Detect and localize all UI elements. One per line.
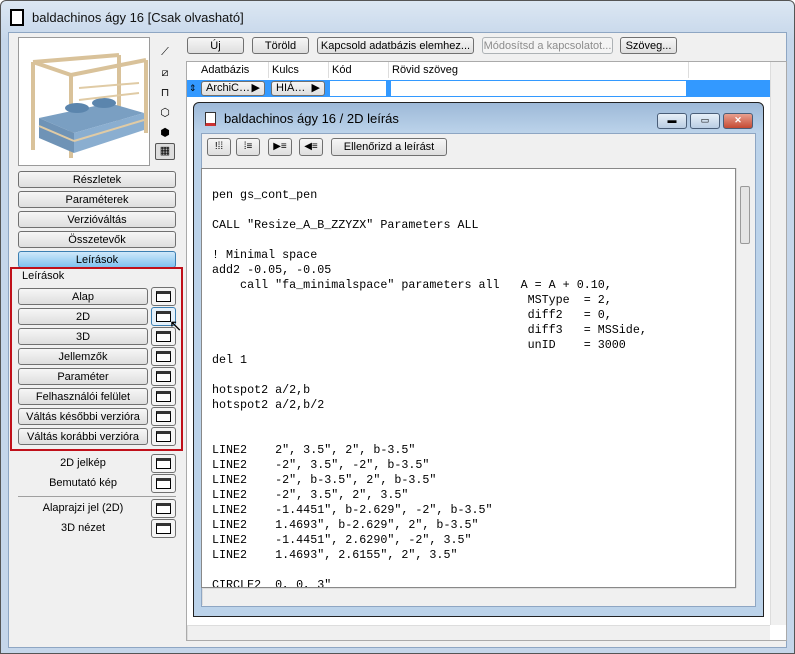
script-ui-button[interactable]: Felhasználói felület [18, 388, 148, 405]
indent-icon[interactable]: ▶≡ [268, 138, 292, 156]
document-icon [10, 8, 24, 26]
delete-button[interactable]: Töröld [252, 37, 309, 54]
window-icon [156, 503, 171, 514]
window-icon [156, 478, 171, 489]
modify-link-button: Módosítsd a kapcsolatot... [482, 37, 613, 54]
toggle-breakpoint-icon[interactable]: !⁞⁞ [207, 138, 231, 156]
script-code[interactable]: pen gs_cont_pen CALL "Resize_A_B_ZZYZX" … [212, 188, 647, 587]
open-window-button[interactable] [151, 347, 176, 366]
3d-view-label: 3D nézet [60, 522, 106, 534]
column-header-database[interactable]: Adatbázis [187, 62, 269, 78]
arrow-right-icon: ▶ [251, 82, 260, 94]
window-icon [156, 291, 171, 302]
window-icon [156, 351, 171, 362]
line-numbers-icon[interactable]: ⁞≡ [236, 138, 260, 156]
window-icon [156, 411, 171, 422]
open-window-button[interactable] [151, 499, 176, 518]
key-value: HIÁ… [276, 82, 306, 94]
script-master-button[interactable]: Alap [18, 288, 148, 305]
open-window-button[interactable] [151, 287, 176, 306]
divider [18, 496, 176, 497]
column-header-code[interactable]: Kód [329, 62, 389, 78]
editor-title: baldachinos ágy 16 / 2D leírás [224, 111, 399, 126]
plan-view-icon[interactable]: ⟋ [158, 45, 172, 59]
arrow-right-icon: ▶ [311, 82, 320, 94]
window-icon [156, 371, 171, 382]
script-3d-button[interactable]: 3D [18, 328, 148, 345]
editor-title-bar: baldachinos ágy 16 / 2D leírás [205, 111, 399, 126]
outdent-icon[interactable]: ◀≡ [299, 138, 323, 156]
scripts-section-label: Leírások [22, 270, 65, 282]
close-button[interactable]: ✕ [723, 113, 753, 129]
code-editor[interactable]: pen gs_cont_pen CALL "Resize_A_B_ZZYZX" … [201, 168, 736, 588]
script-properties-button[interactable]: Jellemzők [18, 348, 148, 365]
tab-details[interactable]: Részletek [18, 171, 176, 188]
open-window-button[interactable] [151, 367, 176, 386]
editor-vertical-scrollbar[interactable] [736, 168, 753, 588]
new-button[interactable]: Új [187, 37, 244, 54]
preview-picture-label: Bemutató kép [49, 477, 117, 489]
object-preview [18, 37, 150, 166]
open-window-button[interactable] [151, 407, 176, 426]
bed-image [31, 53, 148, 158]
mouse-cursor-icon: ↖ [169, 318, 183, 335]
script-forward-migration-button[interactable]: Váltás későbbi verzióra [18, 408, 148, 425]
window-icon [156, 391, 171, 402]
maximize-button[interactable]: ▭ [690, 113, 720, 129]
script-parameter-button[interactable]: Paraméter [18, 368, 148, 385]
open-window-button[interactable] [151, 427, 176, 446]
tab-migration[interactable]: Verzióváltás [18, 211, 176, 228]
wireframe-3d-icon[interactable]: ⬡ [158, 106, 172, 120]
window-icon [156, 458, 171, 469]
script-2d-button[interactable]: 2D [18, 308, 148, 325]
short-text-cell[interactable] [391, 81, 686, 96]
column-header-short-text[interactable]: Rövid szöveg [389, 62, 689, 78]
table-horizontal-scrollbar[interactable] [187, 625, 770, 640]
column-header-key[interactable]: Kulcs [269, 62, 329, 78]
title-bar: baldachinos ágy 16 [Csak olvasható] [10, 6, 244, 28]
code-cell[interactable] [330, 81, 386, 96]
editor-horizontal-scrollbar[interactable] [202, 588, 736, 605]
database-cell[interactable]: ArchiC… ▶ [201, 81, 265, 96]
table-vertical-scrollbar[interactable] [770, 62, 786, 625]
open-window-button[interactable] [151, 519, 176, 538]
check-script-button[interactable]: Ellenőrizd a leírást [331, 138, 447, 156]
text-button[interactable]: Szöveg... [620, 37, 677, 54]
scroll-thumb[interactable] [740, 186, 750, 244]
row-sort-icon: ⇕ [189, 83, 197, 93]
link-database-button[interactable]: Kapcsold adatbázis elemhez... [317, 37, 474, 54]
floor-plan-symbol-label: Alaprajzi jel (2D) [42, 502, 124, 514]
open-window-button[interactable] [151, 387, 176, 406]
2d-symbol-label: 2D jelkép [60, 457, 106, 469]
window-icon [156, 431, 171, 442]
database-value: ArchiC… [206, 82, 251, 94]
key-cell[interactable]: HIÁ… ▶ [271, 81, 325, 96]
minimize-button[interactable]: ▬ [657, 113, 687, 129]
tab-scripts[interactable]: Leírások [18, 251, 176, 268]
open-window-button[interactable] [151, 474, 176, 493]
preview-image-icon[interactable]: ▦ [155, 143, 175, 160]
section-icon[interactable]: ⧄ [158, 66, 172, 80]
tab-components[interactable]: Összetevők [18, 231, 176, 248]
window-title: baldachinos ágy 16 [Csak olvasható] [32, 9, 244, 25]
script-document-icon [205, 111, 216, 126]
window-icon [156, 523, 171, 534]
elevation-icon[interactable]: ⊓ [158, 86, 172, 100]
script-backward-migration-button[interactable]: Váltás korábbi verzióra [18, 428, 148, 445]
shaded-3d-icon[interactable]: ⬢ [158, 126, 172, 140]
open-window-button[interactable] [151, 454, 176, 473]
tab-parameters[interactable]: Paraméterek [18, 191, 176, 208]
